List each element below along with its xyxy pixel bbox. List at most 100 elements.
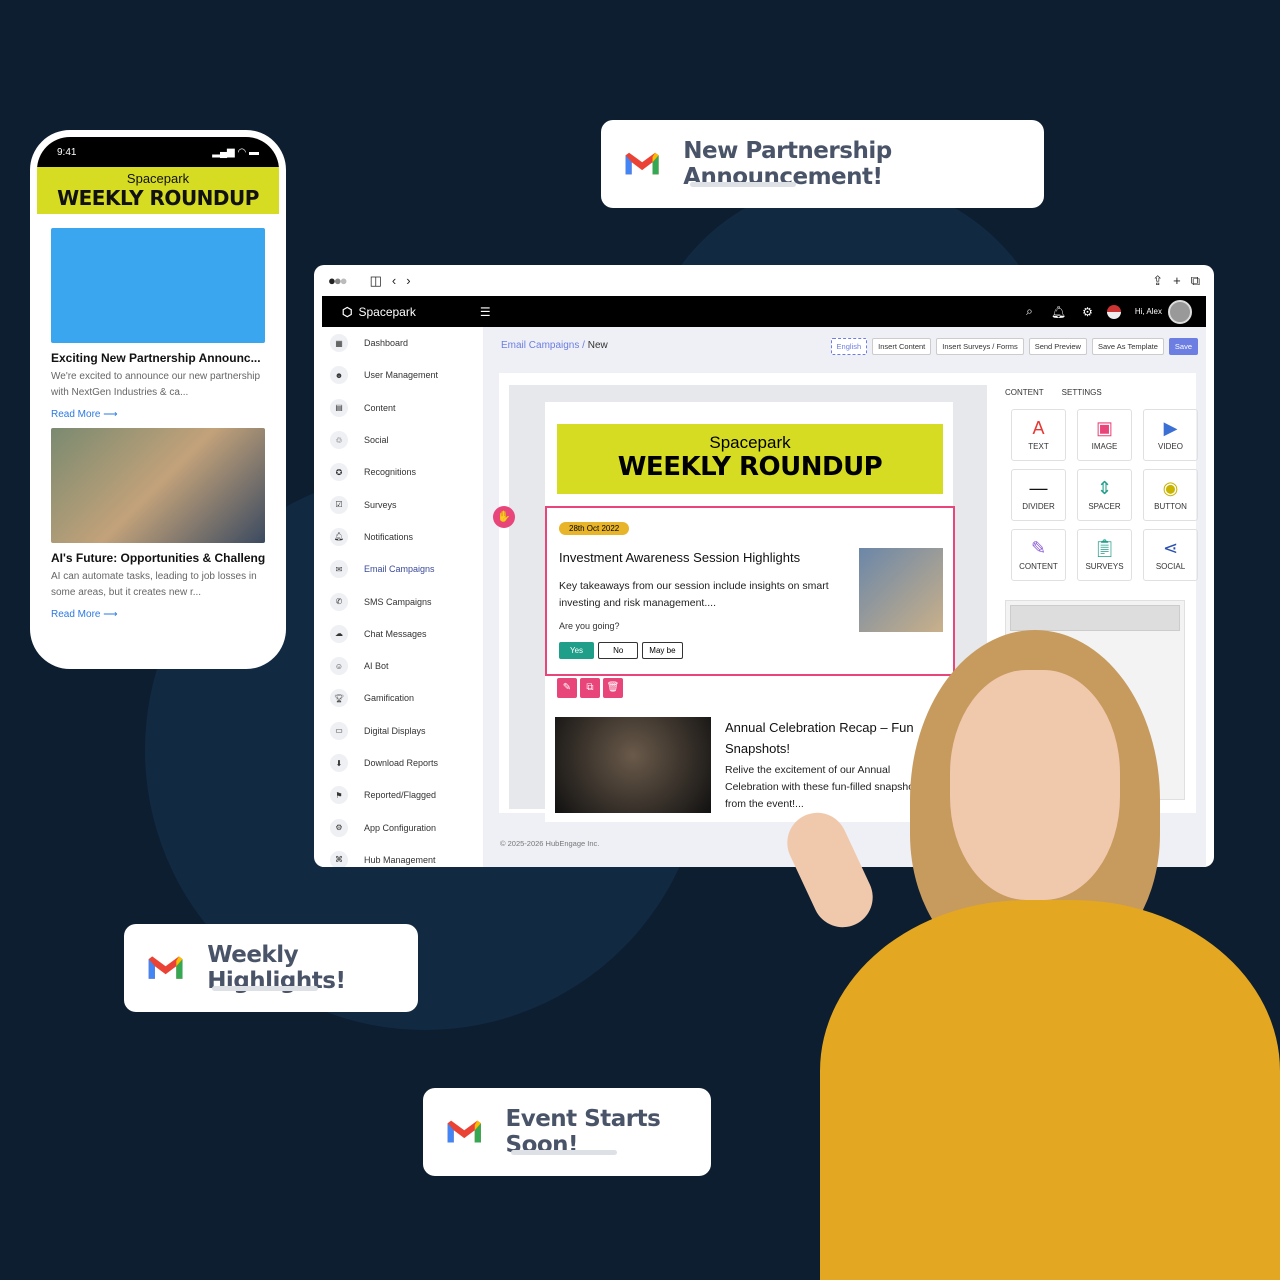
tool-tile[interactable]: 📋︎ SURVEYS xyxy=(1077,529,1132,581)
forward-icon[interactable]: › xyxy=(406,273,410,288)
woman-photo xyxy=(777,610,1280,1280)
sidebar-icon: ☻ xyxy=(330,366,348,385)
sidebar-icon: ⬇ xyxy=(330,754,348,772)
insert-surveys-button[interactable]: Insert Surveys / Forms xyxy=(936,338,1024,355)
sidebar-icon: ☁ xyxy=(330,624,348,643)
newsletter-banner: Spacepark WEEKLY ROUNDUP xyxy=(557,424,943,494)
language-button[interactable]: English xyxy=(830,338,868,355)
article-image xyxy=(51,228,265,343)
save-button[interactable]: Save xyxy=(1168,338,1198,355)
read-more-link[interactable]: Read More ⟶ xyxy=(51,409,265,420)
sidebar-icon: ✪ xyxy=(330,463,348,482)
sidebar-item[interactable]: 🔔︎ Notifications xyxy=(322,521,483,553)
tool-icon: ⋖ xyxy=(1162,538,1179,558)
tool-tile[interactable]: — DIVIDER xyxy=(1011,469,1066,521)
menu-icon[interactable]: ☰ xyxy=(480,305,491,319)
sidebar-icon: ♲ xyxy=(330,431,348,450)
tool-tile[interactable]: A TEXT xyxy=(1011,409,1066,461)
sidebar-item[interactable]: ▤ Content xyxy=(322,392,483,424)
placeholder-line xyxy=(212,986,318,991)
sidebar-item[interactable]: ⚑ Reported/Flagged xyxy=(322,779,483,811)
sidebar-item[interactable]: ▭ Digital Displays xyxy=(322,715,483,747)
sidebar-icon: ✆ xyxy=(330,592,348,611)
block-headline: Investment Awareness Session Highlights xyxy=(559,550,801,565)
notification-card: New Partnership Announcement! xyxy=(601,120,1044,208)
sidebar-toggle-icon[interactable]: ◫ xyxy=(370,273,382,289)
sidebar-item-label: Dashboard xyxy=(364,338,409,349)
sidebar-icon: ☑ xyxy=(330,495,348,514)
tabs-icon[interactable]: ⧉ xyxy=(1191,273,1200,289)
tool-label: VIDEO xyxy=(1158,442,1183,451)
drag-handle-icon[interactable]: ✋ xyxy=(493,506,515,528)
tab-settings[interactable]: SETTINGS xyxy=(1062,388,1102,397)
placeholder-line xyxy=(690,182,796,187)
avatar[interactable] xyxy=(1168,299,1192,324)
user-greeting[interactable]: Hi, Alex xyxy=(1135,307,1162,316)
sidebar-item[interactable]: ♲ Social xyxy=(322,424,483,456)
status-bar: 9:41 ▂▄▆ ◠ ▬ xyxy=(37,137,279,167)
sidebar-item[interactable]: ☑ Surveys xyxy=(322,488,483,520)
delete-icon[interactable]: 🗑︎ xyxy=(603,678,623,698)
tool-icon: ⇕ xyxy=(1096,478,1113,498)
send-preview-button[interactable]: Send Preview xyxy=(1028,338,1087,355)
notification-card: Event Starts Soon! xyxy=(423,1088,711,1176)
gmail-icon xyxy=(148,956,183,979)
article-desc: We're excited to announce our new partne… xyxy=(51,371,261,398)
sidebar-item[interactable]: ⬇ Download Reports xyxy=(322,747,483,779)
option-maybe[interactable]: May be xyxy=(642,642,683,659)
tool-tile[interactable]: ⋖ SOCIAL xyxy=(1143,529,1198,581)
sidebar-item[interactable]: ✉ Email Campaigns xyxy=(322,553,483,585)
search-icon[interactable]: ⌕ xyxy=(1026,304,1033,319)
sidebar-item-label: Recognitions xyxy=(364,467,417,478)
tool-tile[interactable]: ▶ VIDEO xyxy=(1143,409,1198,461)
option-no[interactable]: No xyxy=(598,642,639,659)
sidebar-item[interactable]: ✪ Recognitions xyxy=(322,456,483,488)
article-card[interactable]: Exciting New Partnership Announc... We'r… xyxy=(37,228,279,420)
back-icon[interactable]: ‹ xyxy=(392,273,396,288)
option-yes[interactable]: Yes xyxy=(559,642,595,659)
brand-name: Spacepark xyxy=(126,171,190,186)
sidebar-item[interactable]: ▦ Dashboard xyxy=(322,327,483,359)
gear-icon[interactable]: ⚙ xyxy=(1082,305,1093,319)
read-more-link[interactable]: Read More ⟶ xyxy=(51,609,265,620)
celebration-image xyxy=(555,717,711,813)
tab-content[interactable]: CONTENT xyxy=(1005,388,1044,397)
sidebar-item[interactable]: ⌘ Hub Management xyxy=(322,844,483,867)
breadcrumb-parent[interactable]: Email Campaigns xyxy=(501,340,579,351)
insert-content-button[interactable]: Insert Content xyxy=(872,338,932,355)
article-card[interactable]: AI's Future: Opportunities & Challeng AI… xyxy=(37,428,279,620)
save-template-button[interactable]: Save As Template xyxy=(1091,338,1164,355)
clock: 9:41 xyxy=(57,146,77,158)
sidebar-item-label: Hub Management xyxy=(364,854,436,865)
sidebar-item[interactable]: ☻ User Management xyxy=(322,359,483,391)
flag-icon[interactable] xyxy=(1106,304,1121,319)
breadcrumb-current: New xyxy=(587,340,608,351)
tool-icon: ▶ xyxy=(1163,418,1178,438)
notification-card: Weekly Highlights! xyxy=(124,924,418,1012)
share-icon[interactable]: ⇪ xyxy=(1152,273,1163,289)
tool-tile[interactable]: ▣ IMAGE xyxy=(1077,409,1132,461)
sidebar-item[interactable]: ⚙ App Configuration xyxy=(322,811,483,843)
toolbar: English Insert Content Insert Surveys / … xyxy=(830,338,1198,355)
tool-icon: ✎ xyxy=(1030,538,1047,558)
sidebar-item-label: Surveys xyxy=(364,499,397,510)
sidebar-item-label: Reported/Flagged xyxy=(364,790,437,801)
sidebar-item-label: User Management xyxy=(364,370,439,381)
tool-tile[interactable]: ◉ BUTTON xyxy=(1143,469,1198,521)
tool-tile[interactable]: ✎ CONTENT xyxy=(1011,529,1066,581)
sidebar-item[interactable]: ☁ Chat Messages xyxy=(322,618,483,650)
copy-icon[interactable]: ⧉ xyxy=(580,678,600,698)
sidebar-item[interactable]: 🏆︎ Gamification xyxy=(322,682,483,714)
tool-tile[interactable]: ⇕ SPACER xyxy=(1077,469,1132,521)
sidebar-item[interactable]: ☺ AI Bot xyxy=(322,650,483,682)
logo-icon: ⬡ xyxy=(342,304,353,319)
edit-icon[interactable]: ✎ xyxy=(557,678,577,698)
new-tab-icon[interactable]: + xyxy=(1173,273,1181,288)
bell-icon[interactable]: 🔔︎ xyxy=(1051,305,1066,319)
sidebar-item-label: Email Campaigns xyxy=(364,564,435,575)
sidebar-icon: ⚙ xyxy=(330,818,348,837)
sidebar-item-label: Content xyxy=(364,402,396,413)
sidebar-item[interactable]: ✆ SMS Campaigns xyxy=(322,585,483,617)
window-controls[interactable]: ●●● xyxy=(328,273,348,288)
sidebar-item-label: Chat Messages xyxy=(364,628,427,639)
